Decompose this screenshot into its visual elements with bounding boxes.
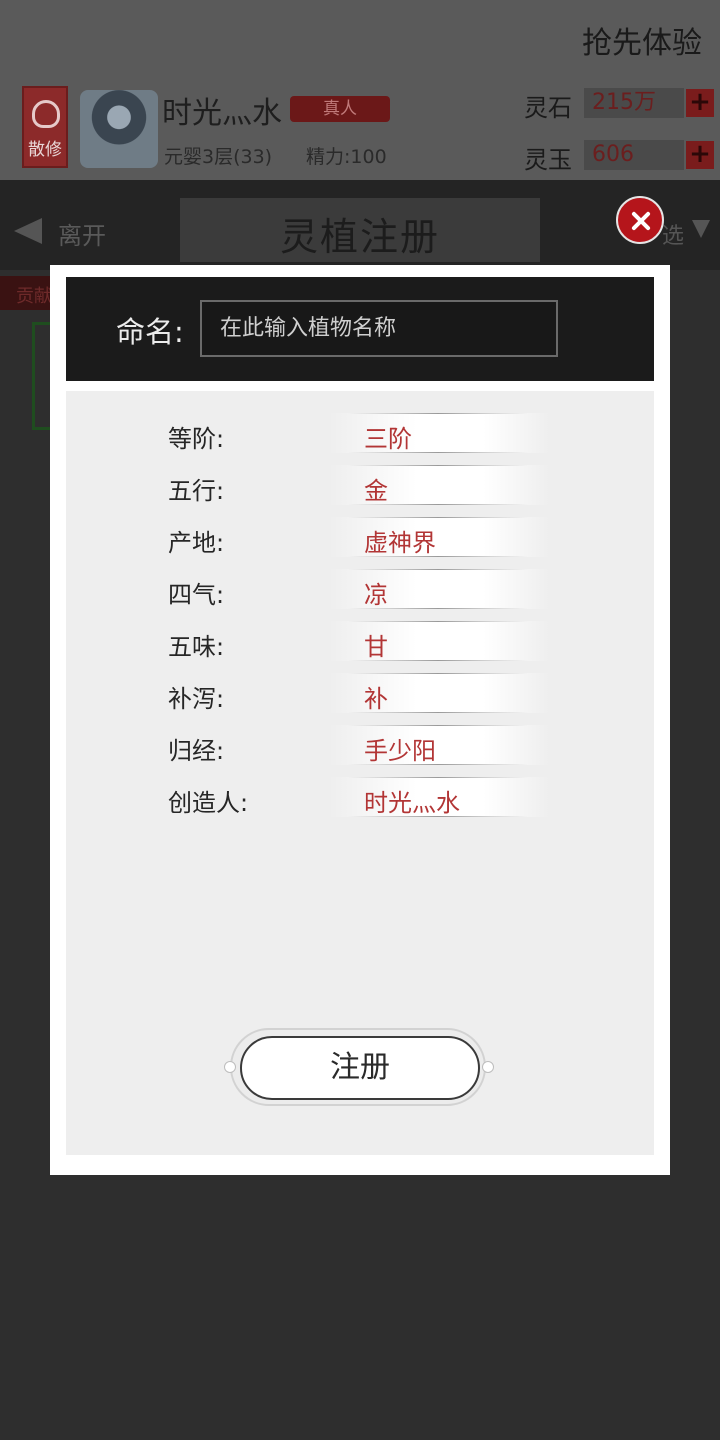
property-value: 凉 xyxy=(364,581,388,609)
property-label: 四气: xyxy=(168,581,225,609)
filter-button[interactable]: 选 xyxy=(662,218,684,250)
plant-name-input[interactable] xyxy=(200,300,558,357)
title-banner: 灵植注册 xyxy=(180,198,540,262)
add-spirit-jade-button[interactable]: + xyxy=(686,141,714,169)
property-value-frame xyxy=(328,569,550,609)
property-value-frame xyxy=(328,673,550,713)
property-label: 补泻: xyxy=(168,685,225,713)
add-spirit-stone-button[interactable]: + xyxy=(686,89,714,117)
currency-label-spirit-jade: 灵玉 xyxy=(524,146,572,174)
player-name: 时光灬水 xyxy=(162,96,282,131)
rank-tag: 真人 xyxy=(290,96,390,122)
property-row-tonify: 补泻: 补 xyxy=(66,670,654,722)
property-value-frame xyxy=(328,725,550,765)
back-arrow-icon[interactable] xyxy=(14,218,42,244)
leave-button[interactable]: 离开 xyxy=(58,216,106,251)
property-row-element: 五行: 金 xyxy=(66,462,654,514)
filter-icon[interactable] xyxy=(692,220,710,238)
property-value-frame xyxy=(328,517,550,557)
plant-register-dialog: 命名: 等阶: 三阶 五行: 金 产地: 虚神界 四气: 凉 五味: 甘 xyxy=(50,265,670,1175)
property-value: 时光灬水 xyxy=(364,789,460,817)
property-value: 金 xyxy=(364,477,388,505)
name-label: 命名: xyxy=(116,315,184,349)
currency-value-spirit-jade: 606 xyxy=(584,140,684,170)
property-value-frame xyxy=(328,621,550,661)
property-value: 三阶 xyxy=(364,425,412,453)
property-row-meridian: 归经: 手少阳 xyxy=(66,722,654,774)
page-title: 灵植注册 xyxy=(279,215,440,259)
realm-level: 元婴3层(33) xyxy=(164,146,273,168)
sect-badge-label: 散修 xyxy=(28,140,62,160)
property-row-nature: 四气: 凉 xyxy=(66,566,654,618)
currency-label-spirit-stone: 灵石 xyxy=(524,94,572,122)
property-value: 虚神界 xyxy=(364,529,436,557)
sect-badge[interactable]: 散修 xyxy=(22,86,68,168)
name-bar: 命名: xyxy=(66,277,654,381)
property-label: 等阶: xyxy=(168,425,225,453)
decor-dot xyxy=(224,1061,236,1073)
register-button[interactable]: 注册 xyxy=(240,1036,480,1100)
property-row-flavor: 五味: 甘 xyxy=(66,618,654,670)
property-value: 补 xyxy=(364,685,388,713)
currency-value-spirit-stone: 215万 xyxy=(584,88,684,118)
property-label: 创造人: xyxy=(168,789,249,817)
properties-panel: 等阶: 三阶 五行: 金 产地: 虚神界 四气: 凉 五味: 甘 补泻: 补 归… xyxy=(66,391,654,1155)
close-icon[interactable] xyxy=(616,196,664,244)
avatar[interactable] xyxy=(80,90,158,168)
property-value-frame xyxy=(328,465,550,505)
player-header: 抢先体验 散修 时光灬水 真人 元婴3层(33) 精力:100 灵石 215万 … xyxy=(0,0,720,180)
property-label: 五味: xyxy=(168,633,225,661)
early-access-button[interactable]: 抢先体验 xyxy=(582,18,702,62)
property-label: 五行: xyxy=(168,477,225,505)
property-value: 手少阳 xyxy=(364,737,436,765)
property-label: 归经: xyxy=(168,737,225,765)
property-value: 甘 xyxy=(364,633,388,661)
decor-dot xyxy=(482,1061,494,1073)
property-row-creator: 创造人: 时光灬水 xyxy=(66,774,654,826)
property-row-grade: 等阶: 三阶 xyxy=(66,410,654,462)
property-label: 产地: xyxy=(168,529,225,557)
lotus-icon xyxy=(32,100,60,128)
property-value-frame xyxy=(328,413,550,453)
energy-value: 精力:100 xyxy=(306,146,387,168)
property-row-origin: 产地: 虚神界 xyxy=(66,514,654,566)
